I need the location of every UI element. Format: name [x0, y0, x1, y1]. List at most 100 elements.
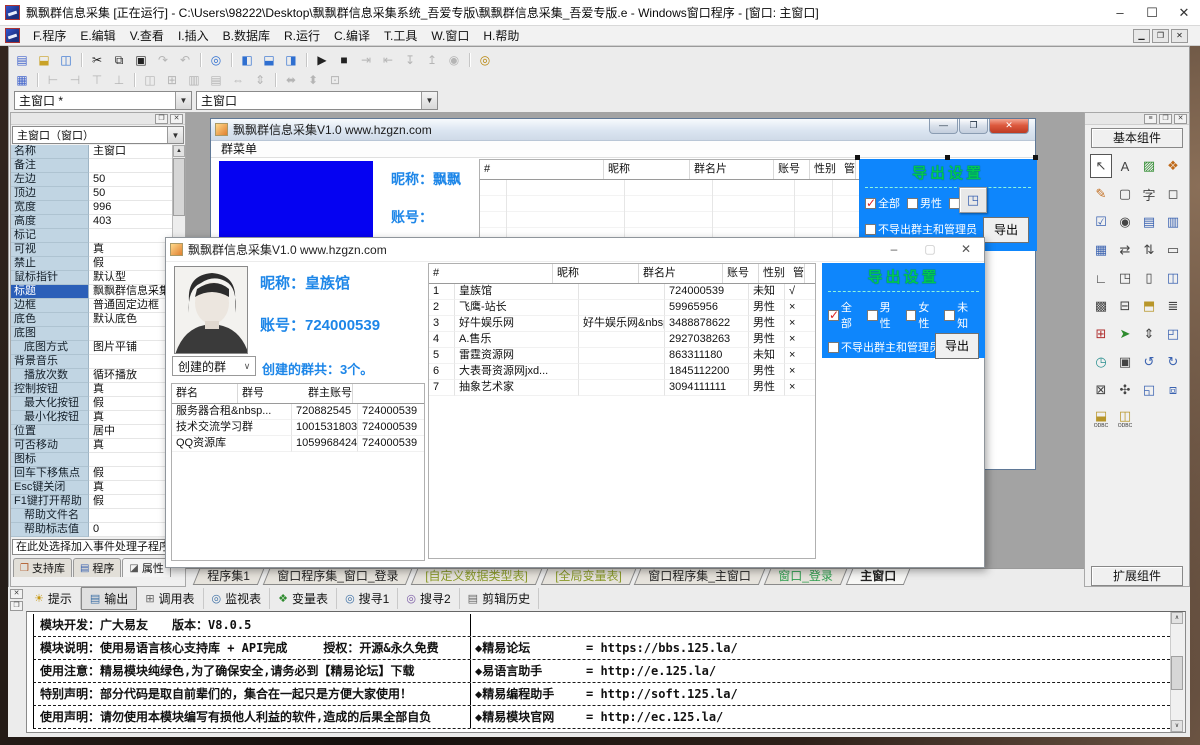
- output-tool-tab[interactable]: ⊞ 调用表: [137, 588, 203, 609]
- column-header[interactable]: 账号: [723, 264, 759, 283]
- maximize-button[interactable]: ▢: [912, 238, 948, 262]
- component-icon[interactable]: ↖: [1090, 154, 1112, 178]
- align-icon[interactable]: ⊢: [43, 71, 63, 89]
- close-panel-button[interactable]: ✕: [10, 589, 23, 599]
- property-row[interactable]: 顶边 50: [11, 187, 172, 201]
- toolbar-icon[interactable]: ⬓: [34, 51, 54, 69]
- member-row[interactable]: 5 雷霆资源网 863311180 未知 ×: [429, 348, 815, 364]
- output-tool-tab[interactable]: ❖ 变量表: [270, 588, 337, 609]
- component-icon[interactable]: ▯: [1138, 266, 1160, 290]
- component-icon[interactable]: ⇕: [1138, 322, 1160, 346]
- float-panel-button[interactable]: ❐: [155, 114, 168, 124]
- column-header[interactable]: #: [429, 264, 553, 283]
- member-row[interactable]: 1 皇族馆 724000539 未知 √: [429, 284, 815, 300]
- toolbar-icon[interactable]: ⧉: [109, 51, 129, 69]
- toolbar-icon[interactable]: ■: [334, 51, 354, 69]
- output-tool-tab[interactable]: ▤ 剪辑历史: [460, 588, 539, 609]
- menu-panel-button[interactable]: ≡: [1144, 114, 1157, 124]
- property-row[interactable]: 背景音乐: [11, 355, 172, 369]
- component-icon[interactable]: ⊠: [1090, 378, 1112, 402]
- column-header[interactable]: 群名片: [690, 160, 774, 179]
- column-header[interactable]: 管: [840, 160, 856, 179]
- back-window-titlebar[interactable]: 飘飘群信息采集V1.0 www.hzgzn.com — ❐ ✕: [211, 119, 1035, 141]
- property-row[interactable]: 位置 居中: [11, 425, 172, 439]
- exclude-admin-checkbox[interactable]: 不导出群主和管理员: [828, 339, 940, 355]
- dropdown-arrow-icon[interactable]: ∨: [239, 361, 255, 372]
- checkbox-icon[interactable]: [865, 224, 876, 235]
- app-window-front[interactable]: 飘飘群信息采集V1.0 www.hzgzn.com – ▢ ✕ 昵称：皇族馆 账…: [165, 237, 985, 568]
- float-panel-button[interactable]: ❐: [10, 601, 23, 611]
- output-tool-tab[interactable]: ▤ 输出: [81, 587, 137, 610]
- toolbar-icon[interactable]: ▣: [131, 51, 151, 69]
- column-header[interactable]: 账号: [774, 160, 810, 179]
- gender-filter-checkbox[interactable]: 女性: [906, 299, 941, 331]
- checkbox-icon[interactable]: [906, 310, 917, 321]
- checkbox-icon[interactable]: [865, 198, 876, 209]
- checkbox-icon[interactable]: [867, 310, 878, 321]
- left-panel-tab[interactable]: ▤ 程序: [73, 558, 121, 577]
- toolbar-icon[interactable]: ↥: [422, 51, 442, 69]
- menu-item[interactable]: R.运行: [277, 27, 327, 44]
- export-button[interactable]: 导出: [935, 333, 979, 359]
- member-row[interactable]: 3 好牛娱乐网 好牛娱乐网&nbsp... 3488878622 男性 ×: [429, 316, 815, 332]
- close-panel-button[interactable]: ✕: [170, 114, 183, 124]
- align-icon[interactable]: [34, 71, 41, 89]
- property-row[interactable]: 可否移动 真: [11, 439, 172, 453]
- component-icon[interactable]: ↺: [1138, 350, 1160, 374]
- member-row[interactable]: 7 抽象艺术家 3094111111 男性 ×: [429, 380, 815, 396]
- property-row[interactable]: 左边 50: [11, 173, 172, 187]
- component-icon[interactable]: ⊞: [1090, 322, 1112, 346]
- component-icon[interactable]: ✎: [1090, 182, 1112, 206]
- menu-item[interactable]: W.窗口: [424, 27, 476, 44]
- component-icon[interactable]: ▥: [1162, 210, 1184, 234]
- toolbar-icon[interactable]: ◎: [475, 51, 495, 69]
- component-icon[interactable]: ➤: [1114, 322, 1136, 346]
- property-row[interactable]: 名称 主窗口: [11, 145, 172, 159]
- toolbar-icon[interactable]: [466, 51, 473, 69]
- align-icon[interactable]: [272, 71, 279, 89]
- property-row[interactable]: 边框 普通固定边框: [11, 299, 172, 313]
- float-panel-button[interactable]: ❐: [1159, 114, 1172, 124]
- align-icon[interactable]: ⊡: [325, 71, 345, 89]
- menu-item[interactable]: B.数据库: [216, 27, 277, 44]
- property-row[interactable]: 最大化按钮 假: [11, 397, 172, 411]
- object-selector-combo[interactable]: 主窗口（窗口） ▼: [12, 126, 184, 144]
- scroll-up-icon[interactable]: ▲: [173, 145, 185, 157]
- column-header[interactable]: 群名: [172, 384, 238, 403]
- toolbar-icon[interactable]: ◧: [237, 51, 257, 69]
- mdi-minimize-button[interactable]: ▁: [1133, 29, 1150, 43]
- toolbar-icon[interactable]: ⇥: [356, 51, 376, 69]
- extended-components-button[interactable]: 扩展组件: [1091, 566, 1183, 586]
- column-header[interactable]: 群主账号: [304, 384, 353, 403]
- component-icon[interactable]: ▤: [1138, 210, 1160, 234]
- toolbar-icon[interactable]: ⇤: [378, 51, 398, 69]
- column-header[interactable]: 昵称: [604, 160, 690, 179]
- selection-handle[interactable]: [1033, 155, 1038, 160]
- column-header[interactable]: 昵称: [553, 264, 639, 283]
- property-row[interactable]: 高度 403: [11, 215, 172, 229]
- component-icon[interactable]: ▭: [1162, 238, 1184, 262]
- mdi-restore-button[interactable]: ❐: [1152, 29, 1169, 43]
- component-icon[interactable]: ☑: [1090, 210, 1112, 234]
- gender-filter-checkbox[interactable]: 全部: [865, 195, 900, 211]
- member-row[interactable]: 6 大表哥资源网jxd... 1845112200 男性 ×: [429, 364, 815, 380]
- toolbar-icon[interactable]: ▶: [312, 51, 332, 69]
- ide-titlebar[interactable]: 飘飘群信息采集 [正在运行] - C:\Users\98222\Desktop\…: [0, 0, 1200, 26]
- component-icon[interactable]: ⬓ ODBC: [1090, 406, 1112, 430]
- component-icon[interactable]: ▨: [1138, 154, 1160, 178]
- member-row[interactable]: 2 飞鹰-站长 59965956 男性 ×: [429, 300, 815, 316]
- document-tab[interactable]: 主窗口: [846, 569, 910, 585]
- component-icon[interactable]: ◰: [1162, 322, 1184, 346]
- align-icon[interactable]: ⊥: [109, 71, 129, 89]
- document-tab[interactable]: 窗口_登录: [764, 569, 847, 585]
- column-header[interactable]: #: [480, 160, 604, 179]
- scroll-up-icon[interactable]: ∧: [1171, 612, 1183, 624]
- document-tab[interactable]: 窗口程序集_窗口_登录: [262, 569, 412, 585]
- component-icon[interactable]: ◳: [1114, 266, 1136, 290]
- column-header[interactable]: 性别: [759, 264, 789, 283]
- component-icon[interactable]: ∟: [1090, 266, 1112, 290]
- dropdown-arrow-icon[interactable]: ▼: [175, 92, 191, 109]
- toolbar-icon[interactable]: [197, 51, 204, 69]
- mdi-close-button[interactable]: ✕: [1171, 29, 1188, 43]
- left-panel-tab[interactable]: ❒ 支持库: [13, 558, 72, 577]
